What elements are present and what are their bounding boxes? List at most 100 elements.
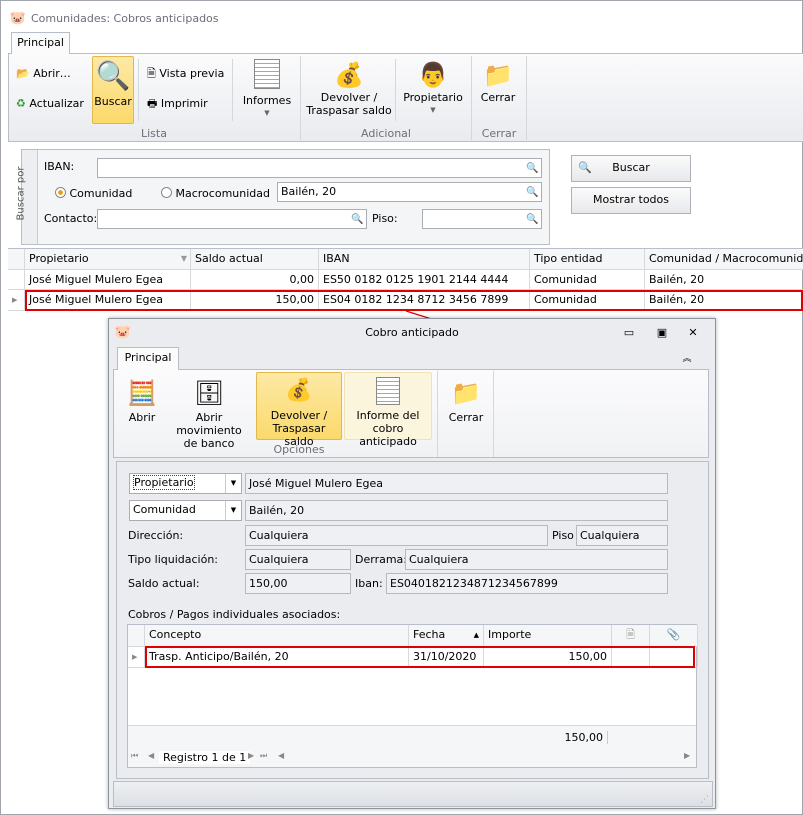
printer-icon: 🖶 xyxy=(147,97,158,110)
return-transfer-button[interactable]: 💰 Devolver / Traspasar saldo xyxy=(306,59,392,117)
label: Informes xyxy=(242,94,292,107)
direccion-label: Dirección: xyxy=(128,529,184,542)
saldo-value: 150,00 xyxy=(245,573,351,594)
maximize-icon[interactable]: ▣ xyxy=(654,325,670,339)
comunidad-value: Bailén, 20 xyxy=(245,500,668,521)
label: Informe del xyxy=(356,409,420,422)
column-header-fecha[interactable]: Fecha ▲ xyxy=(409,625,484,647)
contacto-input[interactable] xyxy=(97,209,367,229)
combo-value: Propietario xyxy=(133,475,195,490)
column-header-importe[interactable]: Importe xyxy=(484,625,612,647)
magnifier-icon: 🔍 xyxy=(95,59,131,92)
column-header-saldo[interactable]: Saldo actual xyxy=(191,249,319,270)
chevron-down-icon: ▼ xyxy=(430,106,436,114)
radio-macrocomunidad[interactable]: Macrocomunidad xyxy=(161,187,270,200)
safe-icon: 🗄 xyxy=(193,379,225,407)
iban-input[interactable] xyxy=(97,158,542,178)
show-all-button[interactable]: Mostrar todos xyxy=(571,187,691,214)
label: Mostrar todos xyxy=(592,193,670,206)
first-record-icon[interactable]: ⏮ xyxy=(131,751,138,761)
tab-principal[interactable]: Principal xyxy=(117,347,179,370)
label: Abrir… xyxy=(33,67,71,80)
reports-button[interactable]: Informes ▼ xyxy=(241,59,293,120)
return-transfer-button[interactable]: 💰 Devolver / Traspasar saldo xyxy=(256,372,342,448)
search-button[interactable]: 🔍 Buscar xyxy=(571,155,691,182)
iban-label: Iban: xyxy=(355,577,383,590)
column-header-attachment[interactable]: 📎 xyxy=(650,625,698,647)
open-button[interactable]: 🧮 Abrir xyxy=(123,375,161,424)
tab-label: Principal xyxy=(124,351,172,364)
document-icon: 🗎 xyxy=(626,628,635,641)
piggy-bank-icon: 🐷 xyxy=(9,10,27,26)
column-header-comunidad[interactable]: Comunidad / Macrocomunidad xyxy=(645,249,803,270)
highlight-box xyxy=(145,646,695,668)
filter-icon[interactable]: ▼ xyxy=(181,249,187,269)
search-ribbon-button[interactable]: 🔍 Buscar xyxy=(92,56,134,124)
close-button[interactable]: 📁 Cerrar xyxy=(475,59,521,104)
chevron-down-icon: ▼ xyxy=(225,474,241,493)
paperclip-icon: 📎 xyxy=(666,628,681,641)
print-button[interactable]: 🖶 Imprimir xyxy=(147,97,208,110)
cell-tipo: Comunidad xyxy=(530,270,645,290)
column-header-iban[interactable]: IBAN xyxy=(319,249,530,270)
propietario-combo[interactable]: Propietario ▼ xyxy=(129,473,242,494)
label: Abrir xyxy=(128,411,156,424)
search-icon[interactable]: 🔍 xyxy=(524,210,541,228)
last-record-icon[interactable]: ⏭ xyxy=(260,751,267,761)
close-icon[interactable]: ✕ xyxy=(685,325,701,339)
minimize-icon[interactable]: ▭ xyxy=(621,325,637,339)
scroll-left-icon[interactable]: ◀ xyxy=(278,751,284,760)
folder-open-icon: 📂 xyxy=(16,67,30,80)
radio-checked-icon xyxy=(55,187,66,198)
label: Actualizar xyxy=(29,97,84,110)
label: Propietario xyxy=(403,91,463,104)
money-transfer-icon: 💰 xyxy=(285,378,313,403)
tab-principal[interactable]: Principal xyxy=(11,32,70,54)
label: Imprimir xyxy=(160,97,208,110)
direccion-value: Cualquiera xyxy=(245,525,548,546)
radio-unchecked-icon xyxy=(161,187,172,198)
resize-grip-icon[interactable]: ⋰ xyxy=(700,795,709,805)
search-icon[interactable]: 🔍 xyxy=(524,159,541,177)
radio-comunidad[interactable]: Comunidad xyxy=(55,187,132,200)
folder-close-icon: 📁 xyxy=(451,379,481,407)
label: Cerrar xyxy=(480,91,516,104)
window-title: Comunidades: Cobros anticipados xyxy=(31,12,219,25)
column-header-concepto[interactable]: Concepto xyxy=(145,625,409,647)
owner-button[interactable]: 👨 Propietario ▼ xyxy=(401,59,465,117)
tab-label: Principal xyxy=(17,36,64,49)
piso-label: Piso: xyxy=(372,212,398,225)
dialog-cobro-anticipado: 🐷 Cobro anticipado ▭ ▣ ✕ Principal ︽ 🧮 Ab… xyxy=(108,318,716,809)
derrama-value: Cualquiera xyxy=(405,549,668,570)
column-header-propietario[interactable]: Propietario ▼ xyxy=(25,249,191,270)
money-transfer-icon: 💰 xyxy=(334,61,364,89)
column-header-document[interactable]: 🗎 xyxy=(612,625,650,647)
cell-comunidad: Bailén, 20 xyxy=(645,270,803,290)
open-bank-movement-button[interactable]: 🗄 Abrir movimiento de banco xyxy=(165,375,253,450)
next-record-icon[interactable]: ▶ xyxy=(248,751,254,760)
search-icon[interactable]: 🔍 xyxy=(524,183,541,201)
column-header-tipo[interactable]: Tipo entidad xyxy=(530,249,645,270)
label: Traspasar saldo xyxy=(306,104,392,117)
cell-saldo: 0,00 xyxy=(191,270,319,290)
report-button[interactable]: Informe del cobro anticipado xyxy=(344,372,432,448)
piso-label: Piso xyxy=(552,529,574,542)
collapse-ribbon-icon[interactable]: ︽ xyxy=(679,350,695,364)
navigator: ⏮ ◀ Registro 1 de 1 ▶ ⏭ ◀ ▶ xyxy=(128,749,696,767)
prev-record-icon[interactable]: ◀ xyxy=(148,751,154,760)
preview-button[interactable]: 🗎 Vista previa xyxy=(147,67,224,80)
tipo-liquidacion-value: Cualquiera xyxy=(245,549,351,570)
refresh-button[interactable]: ♻ Actualizar xyxy=(16,97,84,110)
comunidad-combo[interactable]: Comunidad ▼ xyxy=(129,500,242,521)
sort-asc-icon: ▲ xyxy=(473,631,479,639)
piso-value: Cualquiera xyxy=(576,525,668,546)
header-text: Fecha xyxy=(413,628,446,641)
search-icon[interactable]: 🔍 xyxy=(349,210,366,228)
grid-caption: Cobros / Pagos individuales asociados: xyxy=(128,608,341,621)
open-button[interactable]: 📂 Abrir… xyxy=(16,67,71,80)
close-button[interactable]: 📁 Cerrar xyxy=(441,375,491,424)
label: Buscar xyxy=(94,95,132,108)
record-counter: Registro 1 de 1 xyxy=(159,751,251,764)
scroll-right-icon[interactable]: ▶ xyxy=(684,751,690,760)
comunidad-input[interactable]: Bailén, 20 xyxy=(277,182,542,202)
